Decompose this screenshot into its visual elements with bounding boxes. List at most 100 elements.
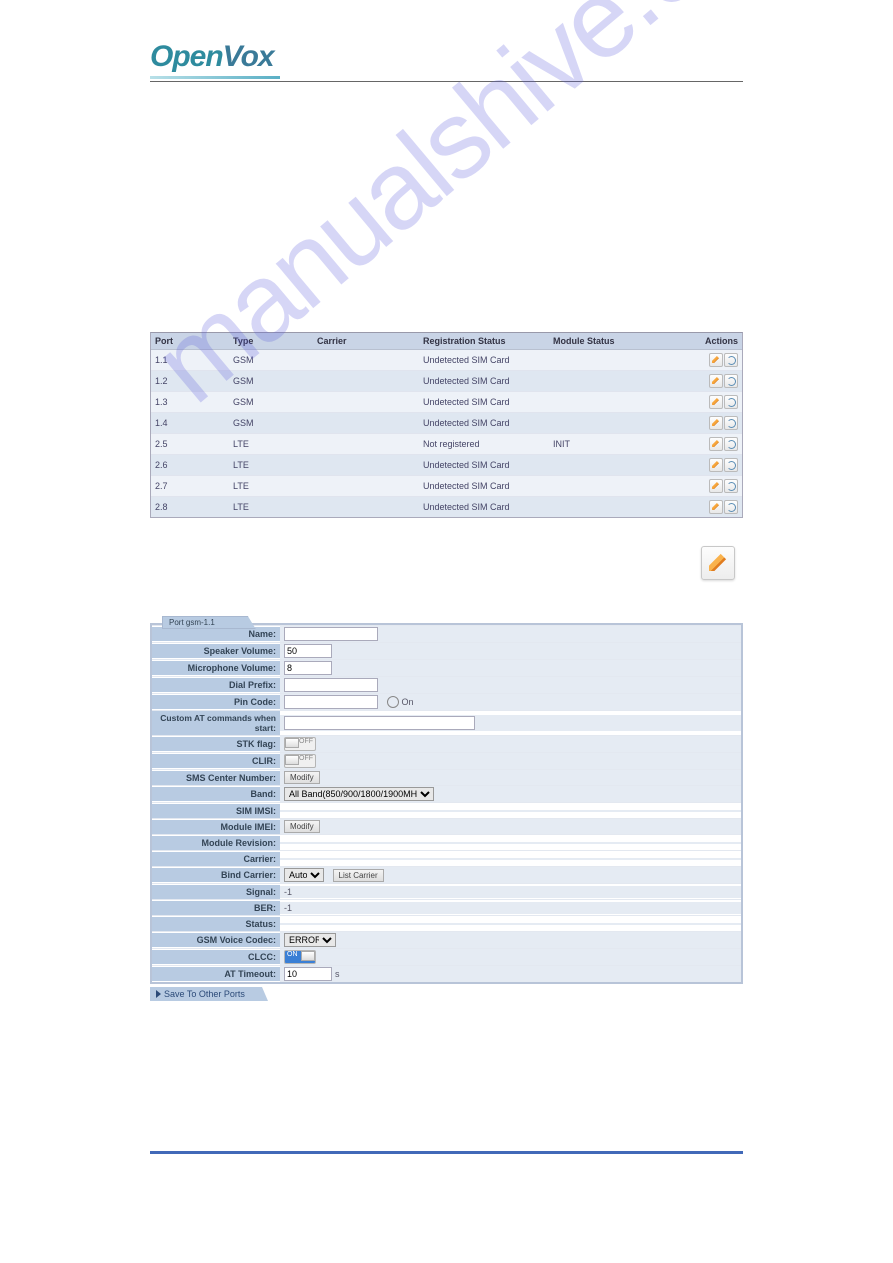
table-cell: LTE bbox=[229, 497, 313, 518]
table-row: 2.6LTEUndetected SIM Card bbox=[151, 455, 742, 476]
refresh-icon[interactable] bbox=[724, 500, 738, 514]
table-cell bbox=[313, 476, 419, 497]
speaker-input[interactable] bbox=[284, 644, 332, 658]
edit-icon[interactable] bbox=[709, 353, 723, 367]
edit-icon[interactable] bbox=[709, 416, 723, 430]
label-codec: GSM Voice Codec: bbox=[152, 933, 280, 947]
table-cell: Undetected SIM Card bbox=[419, 413, 549, 434]
table-cell: GSM bbox=[229, 350, 313, 371]
table-cell: GSM bbox=[229, 392, 313, 413]
table-cell: 1.1 bbox=[151, 350, 229, 371]
table-cell bbox=[549, 497, 690, 518]
refresh-icon[interactable] bbox=[724, 479, 738, 493]
mic-input[interactable] bbox=[284, 661, 332, 675]
label-stk: STK flag: bbox=[152, 737, 280, 751]
col-header: Registration Status bbox=[419, 333, 549, 350]
logo-open: Open bbox=[150, 40, 223, 73]
pin-input[interactable] bbox=[284, 695, 378, 709]
form-title: Port gsm-1.1 bbox=[162, 616, 256, 629]
label-band: Band: bbox=[152, 787, 280, 801]
table-cell: Undetected SIM Card bbox=[419, 497, 549, 518]
table-cell bbox=[549, 476, 690, 497]
edit-icon[interactable] bbox=[709, 500, 723, 514]
table-cell: Undetected SIM Card bbox=[419, 350, 549, 371]
list-carrier-button[interactable]: List Carrier bbox=[333, 869, 384, 882]
refresh-icon[interactable] bbox=[724, 458, 738, 472]
signal-value: -1 bbox=[280, 886, 741, 898]
footer-divider bbox=[150, 1151, 743, 1154]
pin-on-label: On bbox=[402, 697, 414, 707]
table-row: 2.5LTENot registeredINIT bbox=[151, 434, 742, 455]
port-form: Port gsm-1.1 Name: Speaker Volume: Micro… bbox=[150, 623, 743, 984]
smsc-modify-button[interactable]: Modify bbox=[284, 771, 320, 784]
table-row: 1.4GSMUndetected SIM Card bbox=[151, 413, 742, 434]
col-header: Port bbox=[151, 333, 229, 350]
label-bind: Bind Carrier: bbox=[152, 868, 280, 882]
edit-icon[interactable] bbox=[709, 479, 723, 493]
table-cell: Not registered bbox=[419, 434, 549, 455]
edit-icon[interactable] bbox=[709, 437, 723, 451]
refresh-icon[interactable] bbox=[724, 416, 738, 430]
table-cell bbox=[313, 455, 419, 476]
label-pin: Pin Code: bbox=[152, 695, 280, 709]
table-cell bbox=[313, 350, 419, 371]
pin-on-radio[interactable] bbox=[387, 696, 399, 708]
custom-at-input[interactable] bbox=[284, 716, 475, 730]
table-cell bbox=[313, 413, 419, 434]
dial-input[interactable] bbox=[284, 678, 378, 692]
table-cell: 2.6 bbox=[151, 455, 229, 476]
imei-modify-button[interactable]: Modify bbox=[284, 820, 320, 833]
logo-vox: Vox bbox=[223, 40, 274, 73]
table-cell: LTE bbox=[229, 455, 313, 476]
table-cell: Undetected SIM Card bbox=[419, 392, 549, 413]
refresh-icon[interactable] bbox=[724, 437, 738, 451]
label-carrier: Carrier: bbox=[152, 852, 280, 866]
stk-toggle[interactable]: OFF bbox=[284, 737, 316, 751]
refresh-icon[interactable] bbox=[724, 374, 738, 388]
col-header: Module Status bbox=[549, 333, 690, 350]
table-cell: 2.5 bbox=[151, 434, 229, 455]
save-label: Save To Other Ports bbox=[164, 989, 245, 999]
timeout-input[interactable] bbox=[284, 967, 332, 981]
refresh-icon[interactable] bbox=[724, 353, 738, 367]
table-cell: 2.8 bbox=[151, 497, 229, 518]
edit-button[interactable] bbox=[701, 546, 735, 580]
ber-value: -1 bbox=[280, 902, 741, 914]
label-imei: Module IMEI: bbox=[152, 820, 280, 834]
table-cell: LTE bbox=[229, 476, 313, 497]
col-header: Actions bbox=[690, 333, 742, 350]
table-cell: INIT bbox=[549, 434, 690, 455]
table-row: 1.1GSM Undetected SIM Card bbox=[151, 350, 742, 371]
timeout-suffix: s bbox=[335, 969, 340, 979]
col-header: Carrier bbox=[313, 333, 419, 350]
table-cell bbox=[313, 371, 419, 392]
band-select[interactable]: All Band(850/900/1800/1900MHZ) bbox=[284, 787, 434, 801]
edit-icon[interactable] bbox=[709, 395, 723, 409]
edit-icon[interactable] bbox=[709, 458, 723, 472]
edit-icon[interactable] bbox=[709, 374, 723, 388]
table-cell: Undetected SIM Card bbox=[419, 476, 549, 497]
expand-icon bbox=[156, 990, 161, 998]
refresh-icon[interactable] bbox=[724, 395, 738, 409]
label-ber: BER: bbox=[152, 901, 280, 915]
table-cell bbox=[549, 455, 690, 476]
bind-select[interactable]: Auto bbox=[284, 868, 324, 882]
table-cell bbox=[549, 371, 690, 392]
logo: OpenVox bbox=[150, 40, 743, 79]
label-timeout: AT Timeout: bbox=[152, 967, 280, 981]
table-row: 2.8LTE Undetected SIM Card bbox=[151, 497, 742, 518]
label-rev: Module Revision: bbox=[152, 836, 280, 850]
codec-select[interactable]: ERROR bbox=[284, 933, 336, 947]
label-signal: Signal: bbox=[152, 885, 280, 899]
clcc-toggle[interactable]: ON bbox=[284, 950, 316, 964]
rev-value bbox=[280, 842, 741, 844]
label-name: Name: bbox=[152, 627, 280, 641]
label-status: Status: bbox=[152, 917, 280, 931]
table-cell bbox=[549, 350, 690, 371]
clir-toggle[interactable]: OFF bbox=[284, 754, 316, 768]
table-cell: 1.3 bbox=[151, 392, 229, 413]
name-input[interactable] bbox=[284, 627, 378, 641]
status-value bbox=[280, 923, 741, 925]
label-smsc: SMS Center Number: bbox=[152, 771, 280, 785]
save-to-other-ports[interactable]: Save To Other Ports bbox=[150, 987, 268, 1001]
